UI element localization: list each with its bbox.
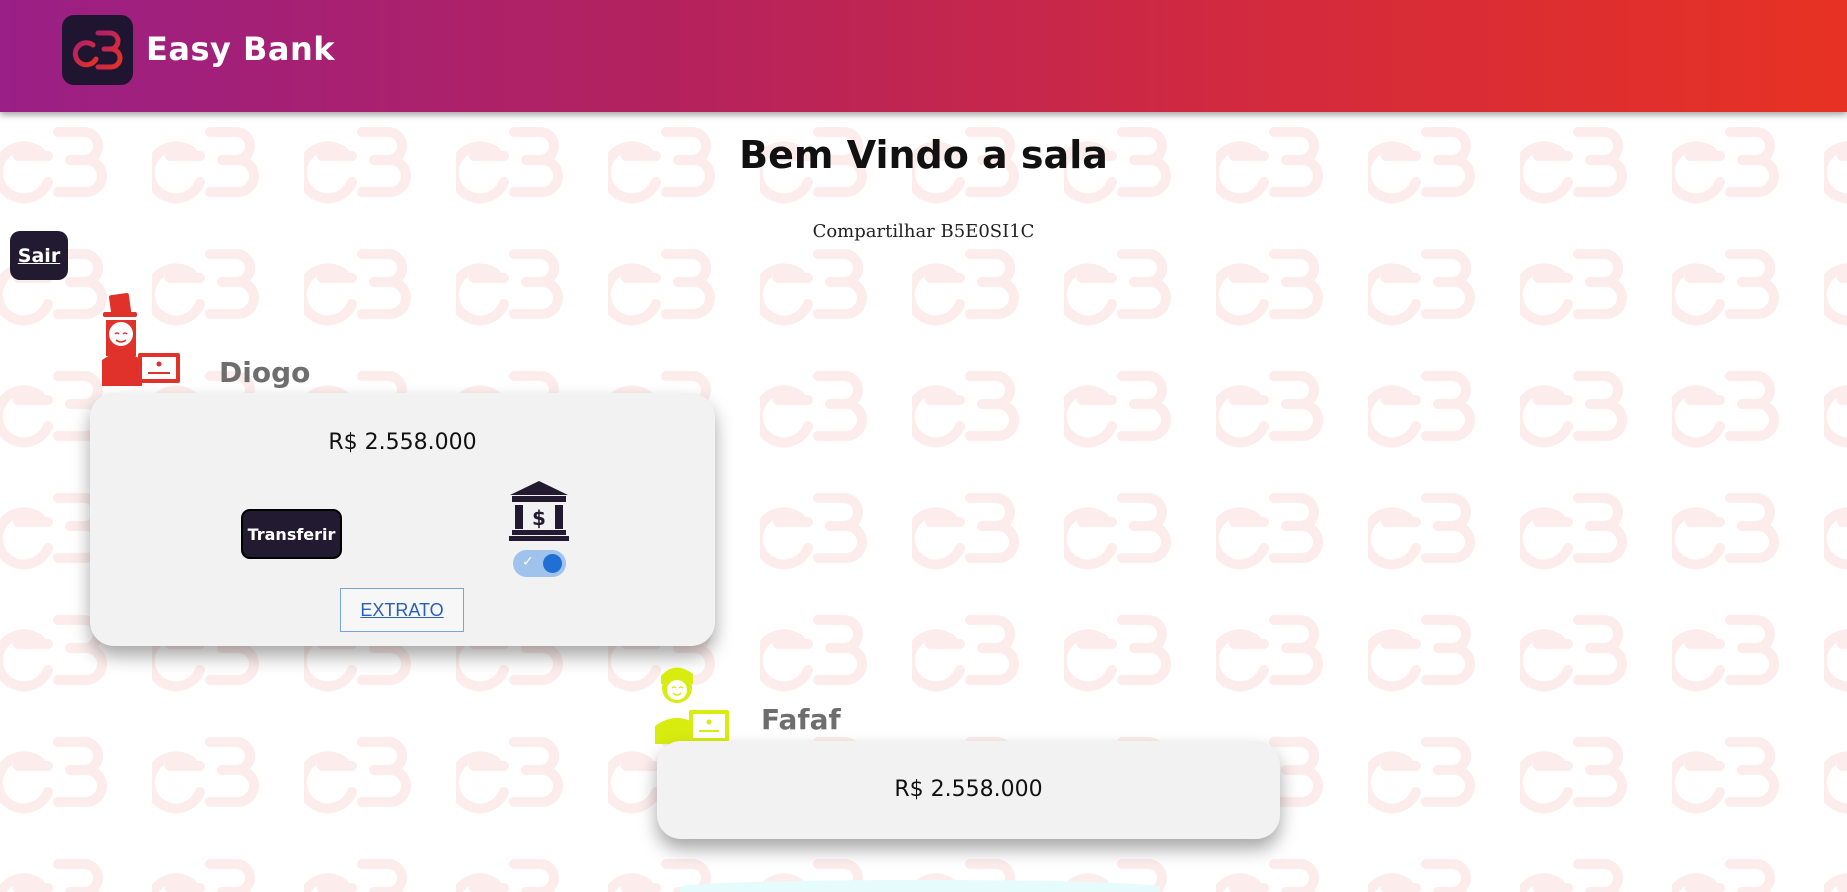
brand-name: Easy Bank	[146, 30, 336, 68]
player-name: Diogo	[219, 356, 311, 389]
svg-text:$: $	[532, 506, 546, 530]
player-name: Fafaf	[761, 703, 841, 736]
next-card-edge	[680, 880, 1160, 892]
player-card: R$ 2.558.000 Transferir $ ✓ EXTRATO	[90, 393, 715, 646]
transfer-button[interactable]: Transferir	[241, 509, 342, 559]
bank-icon[interactable]: $	[508, 479, 570, 545]
statement-button[interactable]: EXTRATO	[340, 588, 464, 632]
player-balance: R$ 2.558.000	[328, 430, 477, 455]
check-icon: ✓	[522, 554, 534, 570]
page-title: Bem Vindo a sala	[739, 133, 1108, 177]
exit-button[interactable]: Sair	[10, 231, 68, 280]
player-balance: R$ 2.558.000	[894, 777, 1043, 802]
bank-toggle[interactable]: ✓	[513, 550, 566, 577]
banker-woman-icon	[100, 290, 182, 390]
app-header: Easy Bank	[0, 0, 1847, 112]
share-room-code[interactable]: Compartilhar B5E0SI1C	[0, 221, 1847, 242]
player-card: R$ 2.558.000	[657, 741, 1280, 839]
banker-man-icon	[655, 664, 731, 748]
easy-bank-logo-icon[interactable]	[62, 15, 133, 85]
toggle-knob	[543, 554, 562, 573]
